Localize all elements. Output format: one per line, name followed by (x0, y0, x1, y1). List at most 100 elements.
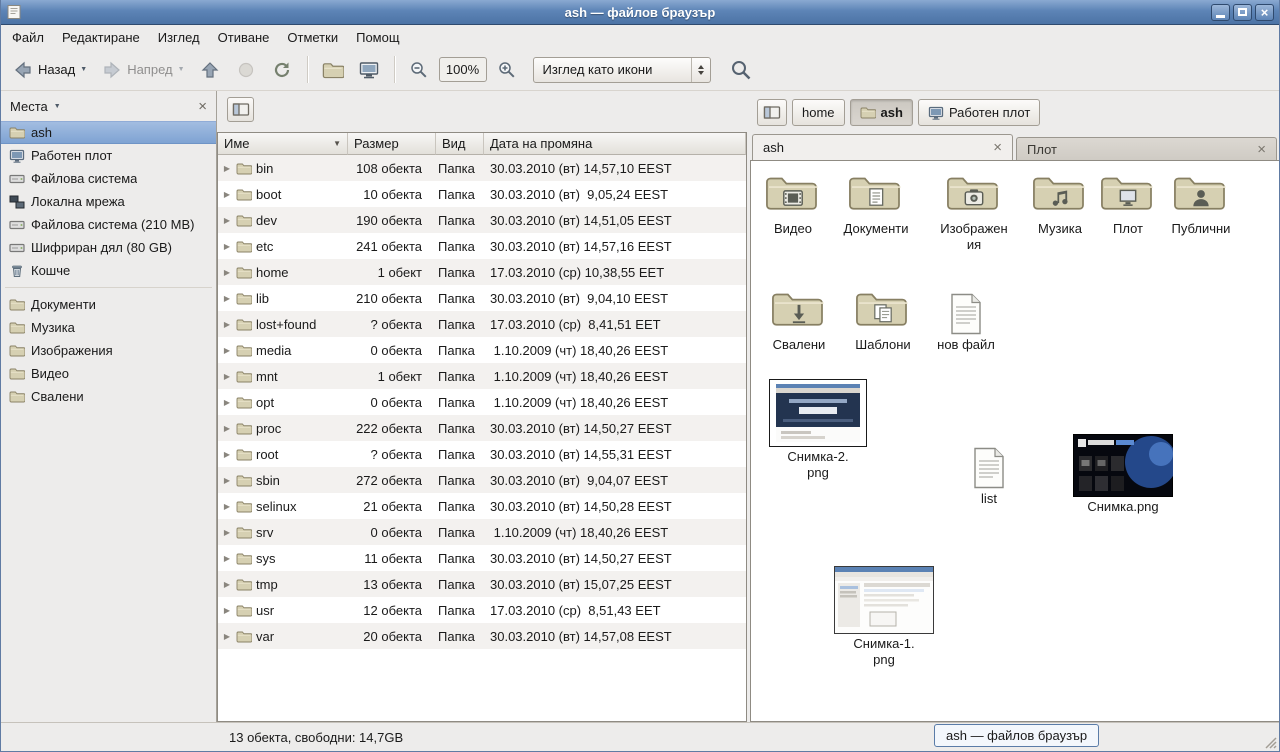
icon-view-item-7[interactable]: Шаблони (841, 289, 925, 353)
reload-button[interactable] (265, 55, 299, 85)
table-row[interactable]: ▶ sys 11 обекта Папка 30.03.2010 (вт) 14… (218, 545, 746, 571)
path-button-2[interactable]: Работен плот (918, 99, 1040, 126)
column-header-0[interactable]: Име▼ (218, 133, 348, 155)
table-row[interactable]: ▶ boot 10 обекта Папка 30.03.2010 (вт) 9… (218, 181, 746, 207)
expander-icon[interactable]: ▶ (222, 164, 232, 173)
expander-icon[interactable]: ▶ (222, 268, 232, 277)
icon-view-item-6[interactable]: Свалени (757, 289, 841, 353)
menu-item-3[interactable]: Отиване (209, 25, 279, 49)
minimize-button[interactable] (1211, 4, 1230, 21)
close-tab-icon[interactable]: × (1257, 142, 1266, 157)
table-row[interactable]: ▶ bin 108 обекта Папка 30.03.2010 (вт) 1… (218, 155, 746, 181)
table-row[interactable]: ▶ sbin 272 обекта Папка 30.03.2010 (вт) … (218, 467, 746, 493)
expander-icon[interactable]: ▶ (222, 190, 232, 199)
expander-icon[interactable]: ▶ (222, 294, 232, 303)
menu-item-1[interactable]: Редактиране (53, 25, 149, 49)
table-row[interactable]: ▶ srv 0 обекта Папка 1.10.2009 (чт) 18,4… (218, 519, 746, 545)
home-button[interactable] (316, 57, 350, 83)
sidebar-close-icon[interactable]: × (198, 99, 207, 114)
expander-icon[interactable]: ▶ (222, 632, 232, 641)
places-title[interactable]: Места (10, 99, 48, 114)
icon-view-item-5[interactable]: Публични (1159, 173, 1243, 237)
table-row[interactable]: ▶ proc 222 обекта Папка 30.03.2010 (вт) … (218, 415, 746, 441)
sidebar-item-6[interactable]: Кошче (1, 259, 216, 282)
sidebar-item-2[interactable]: Файлова система (1, 167, 216, 190)
expander-icon[interactable]: ▶ (222, 346, 232, 355)
close-tab-icon[interactable]: × (993, 140, 1002, 155)
expander-icon[interactable]: ▶ (222, 450, 232, 459)
expander-icon[interactable]: ▶ (222, 398, 232, 407)
table-row[interactable]: ▶ lost+found ? обекта Папка 17.03.2010 (… (218, 311, 746, 337)
table-row[interactable]: ▶ usr 12 обекта Папка 17.03.2010 (ср) 8,… (218, 597, 746, 623)
expander-icon[interactable]: ▶ (222, 372, 232, 381)
expander-icon[interactable]: ▶ (222, 606, 232, 615)
table-row[interactable]: ▶ root ? обекта Папка 30.03.2010 (вт) 14… (218, 441, 746, 467)
expander-icon[interactable]: ▶ (222, 424, 232, 433)
sidebar-item-9[interactable]: Музика (1, 316, 216, 339)
icon-view-item-12[interactable]: Снимка-1. png (842, 566, 926, 667)
icon-view-item-1[interactable]: Документи (834, 173, 918, 237)
expander-icon[interactable]: ▶ (222, 242, 232, 251)
icon-view-item-10[interactable]: list (947, 447, 1031, 507)
up-button[interactable] (193, 55, 227, 85)
close-button[interactable]: × (1255, 4, 1274, 21)
icon-view-item-9[interactable]: Снимка-2. png (776, 379, 860, 480)
spinner-arrows-icon[interactable] (691, 58, 710, 82)
table-row[interactable]: ▶ etc 241 обекта Папка 30.03.2010 (вт) 1… (218, 233, 746, 259)
table-row[interactable]: ▶ dev 190 обекта Папка 30.03.2010 (вт) 1… (218, 207, 746, 233)
expander-icon[interactable]: ▶ (222, 528, 232, 537)
sidebar-item-12[interactable]: Свалени (1, 385, 216, 408)
search-button[interactable] (723, 54, 759, 86)
sidebar-item-3[interactable]: Локална мрежа (1, 190, 216, 213)
sidebar-item-8[interactable]: Документи (1, 293, 216, 316)
menu-item-0[interactable]: Файл (3, 25, 53, 49)
icon-view-item-0[interactable]: Видео (751, 173, 835, 237)
table-row[interactable]: ▶ opt 0 обекта Папка 1.10.2009 (чт) 18,4… (218, 389, 746, 415)
stop-button[interactable] (229, 55, 263, 85)
sidebar-item-5[interactable]: Шифриран дял (80 GB) (1, 236, 216, 259)
icon-view-item-2[interactable]: Изображен ия (932, 173, 1016, 252)
resize-grip[interactable] (1264, 736, 1277, 749)
pathbar-pane-button[interactable] (757, 99, 787, 126)
menu-item-4[interactable]: Отметки (278, 25, 347, 49)
chevron-down-icon[interactable]: ▼ (54, 103, 61, 110)
path-button-1[interactable]: ash (850, 99, 913, 126)
expander-icon[interactable]: ▶ (222, 476, 232, 485)
path-button-0[interactable]: home (792, 99, 845, 126)
table-row[interactable]: ▶ lib 210 обекта Папка 30.03.2010 (вт) 9… (218, 285, 746, 311)
sidebar-item-0[interactable]: ash (1, 121, 216, 144)
icon-view-item-4[interactable]: Плот (1086, 173, 1170, 237)
column-header-2[interactable]: Вид (436, 133, 484, 155)
forward-button[interactable]: Напред ▼ (95, 55, 190, 85)
sidebar-item-4[interactable]: Файлова система (210 MB) (1, 213, 216, 236)
table-row[interactable]: ▶ home 1 обект Папка 17.03.2010 (ср) 10,… (218, 259, 746, 285)
table-row[interactable]: ▶ var 20 обекта Папка 30.03.2010 (вт) 14… (218, 623, 746, 649)
expander-icon[interactable]: ▶ (222, 580, 232, 589)
icon-view-item-11[interactable]: Снимка.png (1081, 434, 1165, 515)
zoom-in-button[interactable] (491, 56, 523, 84)
zoom-level[interactable]: 100% (439, 57, 487, 82)
view-mode-select[interactable]: Изглед като икони (533, 57, 711, 83)
maximize-button[interactable] (1233, 4, 1252, 21)
table-row[interactable]: ▶ selinux 21 обекта Папка 30.03.2010 (вт… (218, 493, 746, 519)
column-header-3[interactable]: Дата на промяна (484, 133, 746, 155)
expander-icon[interactable]: ▶ (222, 554, 232, 563)
tab-0[interactable]: ash × (752, 134, 1013, 160)
menu-item-5[interactable]: Помощ (347, 25, 408, 49)
menu-item-2[interactable]: Изглед (149, 25, 209, 49)
expander-icon[interactable]: ▶ (222, 502, 232, 511)
computer-button[interactable] (352, 55, 386, 85)
back-button[interactable]: Назад ▼ (6, 55, 93, 85)
zoom-out-button[interactable] (403, 56, 435, 84)
titlebar[interactable]: ash — файлов браузър × (1, 0, 1279, 25)
expander-icon[interactable]: ▶ (222, 320, 232, 329)
sidebar-item-1[interactable]: Работен плот (1, 144, 216, 167)
tab-1[interactable]: Плот × (1016, 137, 1277, 160)
table-row[interactable]: ▶ tmp 13 обекта Папка 30.03.2010 (вт) 15… (218, 571, 746, 597)
sidebar-item-10[interactable]: Изображения (1, 339, 216, 362)
table-row[interactable]: ▶ media 0 обекта Папка 1.10.2009 (чт) 18… (218, 337, 746, 363)
icon-view-item-8[interactable]: нов файл (924, 293, 1008, 353)
column-header-1[interactable]: Размер (348, 133, 436, 155)
chevron-down-icon[interactable]: ▼ (80, 66, 87, 73)
sidebar-item-11[interactable]: Видео (1, 362, 216, 385)
